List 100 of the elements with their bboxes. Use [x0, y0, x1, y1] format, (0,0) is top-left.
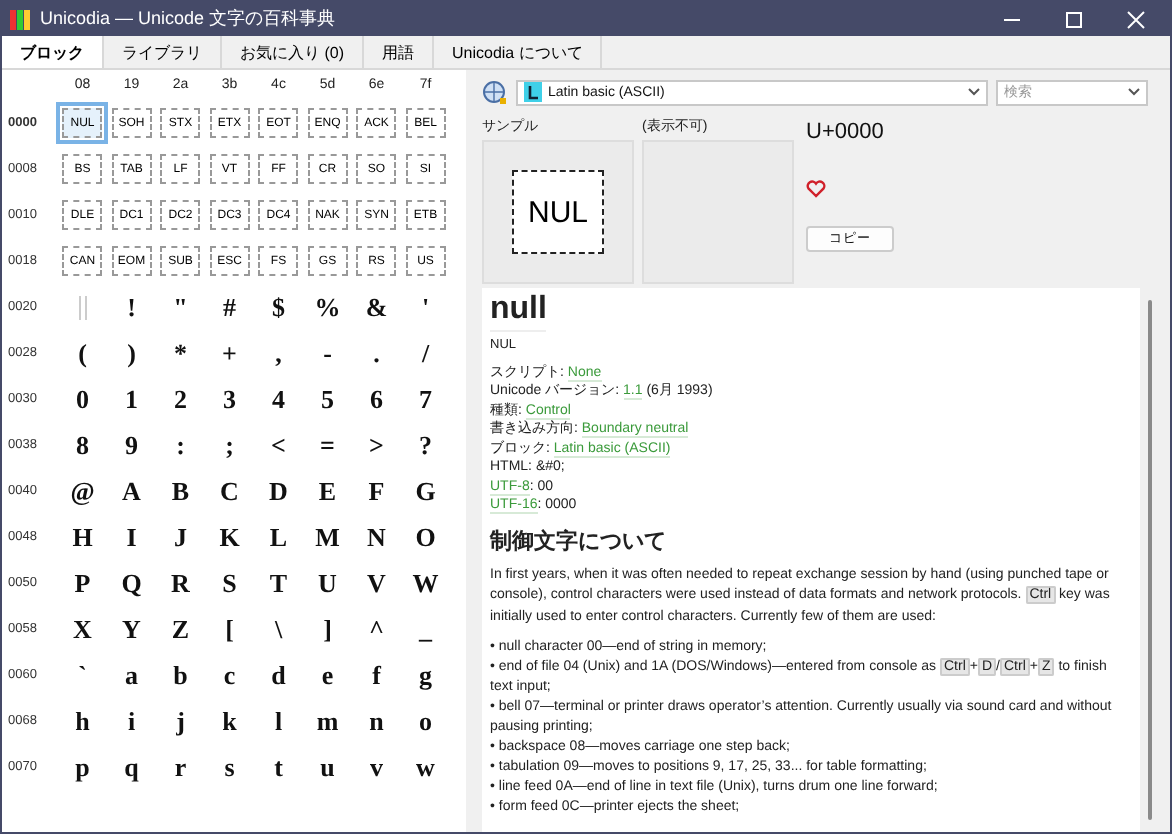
char-cell[interactable]: N [362, 521, 391, 553]
char-cell[interactable]: u [313, 751, 342, 783]
article-title: null [490, 290, 547, 332]
char-cell[interactable]: 8 [68, 429, 97, 461]
char-cell[interactable]: j [166, 705, 195, 737]
globe-icon[interactable] [482, 79, 508, 105]
char-cell[interactable]: _ [411, 613, 440, 645]
char-cell[interactable]: < [264, 429, 293, 461]
char-cell[interactable]: C [215, 475, 244, 507]
code-point: U+0000 [806, 120, 884, 144]
char-cell[interactable]: U [313, 567, 342, 599]
char-cell[interactable]: L [264, 521, 293, 553]
char-cell[interactable]: ; [215, 429, 244, 461]
char-cell[interactable]: F [362, 475, 391, 507]
char-cell[interactable]: 6 [362, 383, 391, 415]
char-cell[interactable]: J [166, 521, 195, 553]
char-cell[interactable]: @ [68, 475, 97, 507]
char-cell[interactable]: D [264, 475, 293, 507]
char-cell[interactable]: V [362, 567, 391, 599]
char-cell[interactable]: / [411, 337, 440, 369]
char-cell[interactable]: ' [411, 291, 440, 323]
char-cell[interactable]: k [215, 705, 244, 737]
char-cell[interactable]: E [313, 475, 342, 507]
char-cell[interactable]: \ [264, 613, 293, 645]
char-cell[interactable]: e [313, 659, 342, 691]
char-cell[interactable]: * [166, 337, 195, 369]
close-icon[interactable] [1126, 9, 1146, 29]
char-cell[interactable]: 7 [411, 383, 440, 415]
char-cell[interactable]: 0 [68, 383, 97, 415]
char-cell[interactable]: s [215, 751, 244, 783]
char-cell[interactable]: X [68, 613, 97, 645]
char-cell[interactable]: g [411, 659, 440, 691]
maximize-icon[interactable] [1064, 9, 1084, 29]
char-cell[interactable]: " [166, 291, 195, 323]
char-cell[interactable]: f [362, 659, 391, 691]
char-cell[interactable]: P [68, 567, 97, 599]
char-cell[interactable]: ^ [362, 613, 391, 645]
char-cell[interactable]: K [215, 521, 244, 553]
char-cell[interactable]: ! [117, 291, 146, 323]
char-cell[interactable]: ` [68, 659, 97, 691]
char-cell[interactable]: % [313, 291, 342, 323]
char-cell[interactable]: Y [117, 613, 146, 645]
char-cell[interactable]: h [68, 705, 97, 737]
char-cell[interactable]: a [117, 659, 146, 691]
char-cell[interactable]: w [411, 751, 440, 783]
char-cell[interactable]: W [411, 567, 440, 599]
char-cell[interactable]: i [117, 705, 146, 737]
char-cell[interactable]: S [215, 567, 244, 599]
latin-letter-icon [524, 82, 542, 102]
char-cell[interactable]: M [313, 521, 342, 553]
char-cell[interactable]: $ [264, 291, 293, 323]
char-cell[interactable]: q [117, 751, 146, 783]
char-cell[interactable]: 4 [264, 383, 293, 415]
char-cell[interactable]: R [166, 567, 195, 599]
char-cell[interactable]: o [411, 705, 440, 737]
char-cell[interactable]: Z [166, 613, 195, 645]
char-cell[interactable]: : [166, 429, 195, 461]
char-cell[interactable]: n [362, 705, 391, 737]
char-cell[interactable]: > [362, 429, 391, 461]
char-cell[interactable]: # [215, 291, 244, 323]
char-cell[interactable]: Q [117, 567, 146, 599]
char-cell[interactable]: ? [411, 429, 440, 461]
char-cell[interactable]: 1 [117, 383, 146, 415]
char-cell[interactable]: p [68, 751, 97, 783]
char-cell[interactable]: b [166, 659, 195, 691]
char-cell[interactable]: G [411, 475, 440, 507]
char-cell[interactable]: d [264, 659, 293, 691]
char-cell[interactable]: ] [313, 613, 342, 645]
char-cell[interactable]: O [411, 521, 440, 553]
char-cell[interactable]: - [313, 337, 342, 369]
char-cell[interactable]: & [362, 291, 391, 323]
char-cell[interactable]: B [166, 475, 195, 507]
char-cell[interactable]: 2 [166, 383, 195, 415]
char-cell[interactable]: , [264, 337, 293, 369]
heart-icon[interactable] [806, 180, 826, 198]
char-cell[interactable]: c [215, 659, 244, 691]
char-cell[interactable]: v [362, 751, 391, 783]
char-cell[interactable]: . [362, 337, 391, 369]
char-cell[interactable]: m [313, 705, 342, 737]
window-title: Unicodia — Unicode 文字の百科事典 [40, 6, 338, 32]
char-cell[interactable]: I [117, 521, 146, 553]
chevron-down-icon [1128, 88, 1140, 96]
tab[interactable]: ブロック [2, 36, 104, 68]
char-cell[interactable]: r [166, 751, 195, 783]
char-cell[interactable]: H [68, 521, 97, 553]
char-cell[interactable]: 9 [117, 429, 146, 461]
char-cell[interactable]: 5 [313, 383, 342, 415]
scrollbar-thumb[interactable] [1147, 300, 1151, 820]
section-heading: 制御文字について [490, 529, 668, 555]
sample-glyph: NUL [512, 170, 604, 254]
char-cell[interactable]: T [264, 567, 293, 599]
char-cell[interactable]: = [313, 429, 342, 461]
char-cell[interactable]: + [215, 337, 244, 369]
char-cell[interactable]: 3 [215, 383, 244, 415]
char-cell[interactable]: t [264, 751, 293, 783]
char-cell[interactable]: [ [215, 613, 244, 645]
char-cell[interactable]: l [264, 705, 293, 737]
char-cell[interactable]: A [117, 475, 146, 507]
char-cell[interactable]: ( [68, 337, 97, 369]
char-cell[interactable]: ) [117, 337, 146, 369]
